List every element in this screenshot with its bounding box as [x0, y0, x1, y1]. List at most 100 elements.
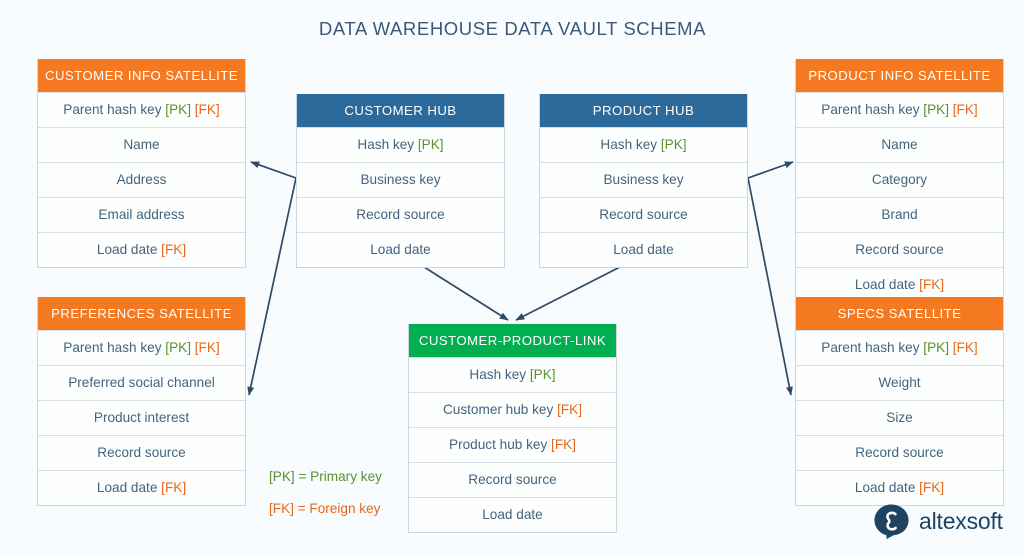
diagram-canvas: DATA WAREHOUSE DATA VAULT SCHEMA CUSTOME…	[0, 0, 1025, 555]
page-title: DATA WAREHOUSE DATA VAULT SCHEMA	[318, 18, 707, 39]
entity-row-label: Parent hash key	[821, 102, 920, 117]
entity-row: Parent hash key [PK] [FK]	[796, 92, 1003, 127]
entity-specs-satellite: SPECS SATELLITE Parent hash key [PK] [FK]…	[795, 297, 1004, 506]
entity-row-label: Size	[886, 410, 913, 425]
foreign-key-tag: [FK]	[915, 277, 945, 292]
entity-row: Address	[38, 162, 245, 197]
foreign-key-tag: [FK]	[915, 480, 945, 495]
entity-row-label: Product hub key	[449, 437, 548, 452]
primary-key-tag: [PK]	[414, 137, 444, 152]
entity-row: Record source	[540, 197, 747, 232]
foreign-key-tag: [FK]	[157, 242, 187, 257]
entity-header-product-info-satellite: PRODUCT INFO SATELLITE	[796, 59, 1003, 92]
entity-row-label: Customer hub key	[442, 402, 554, 417]
entity-header-specs-satellite: SPECS SATELLITE	[796, 297, 1003, 330]
entity-row: Hash key [PK]	[540, 127, 747, 162]
entity-product-info-satellite: PRODUCT INFO SATELLITE Parent hash key [P…	[795, 59, 1004, 303]
brand-logo: altexsoft	[873, 503, 1003, 540]
entity-row-label: Load date	[613, 242, 674, 257]
connector-product-hub-to-link	[515, 266, 621, 321]
entity-row: Parent hash key [PK] [FK]	[796, 330, 1003, 365]
entity-product-hub: PRODUCT HUB Hash key [PK] Business key Reco…	[539, 94, 748, 268]
brand-name: altexsoft	[919, 508, 1003, 534]
entity-row: Business key	[297, 162, 504, 197]
altexsoft-speech-bubble-icon	[874, 504, 909, 540]
legend-foreign-key: [FK] = Foreign key	[269, 501, 381, 516]
foreign-key-tag: [FK]	[949, 340, 978, 355]
entity-row-label: Hash key	[469, 367, 527, 382]
foreign-key-tag: [FK]	[191, 340, 220, 355]
entity-row-label: Category	[871, 172, 928, 187]
entity-row: Hash key [PK]	[409, 357, 616, 392]
connector-customer-hub-to-preferences-satellite	[247, 177, 297, 396]
entity-row-label: Load date	[96, 480, 158, 495]
entity-row-label: Weight	[878, 375, 921, 390]
entity-row-label: Load date	[370, 242, 431, 257]
entity-header-customer-info-satellite: CUSTOMER INFO SATELLITE	[38, 59, 245, 92]
entity-customer-info-satellite: CUSTOMER INFO SATELLITE Parent hash key […	[37, 59, 246, 268]
entity-row: Parent hash key [PK] [FK]	[38, 330, 245, 365]
legend-primary-key: [PK] = Primary key	[269, 469, 382, 484]
entity-row: Preferred social channel	[38, 365, 245, 400]
entity-customer-product-link: CUSTOMER-PRODUCT-LINK Hash key [PK] Custom…	[408, 324, 617, 533]
entity-row: Load date	[297, 232, 504, 267]
entity-row: Product interest	[38, 400, 245, 435]
entity-row: Hash key [PK]	[297, 127, 504, 162]
entity-row: Load date [FK]	[38, 470, 245, 505]
primary-key-tag: [PK]	[161, 102, 191, 117]
entity-header-customer-hub: CUSTOMER HUB	[297, 94, 504, 127]
entity-row: Load date [FK]	[38, 232, 245, 267]
entity-row-label: Business key	[360, 172, 441, 187]
entity-row: Record source	[297, 197, 504, 232]
primary-key-tag: [PK]	[919, 102, 949, 117]
entity-row-label: Parent hash key	[821, 340, 920, 355]
entity-row: Name	[38, 127, 245, 162]
entity-row-label: Hash key	[600, 137, 658, 152]
entity-row: Record source	[409, 462, 616, 497]
foreign-key-tag: [FK]	[157, 480, 187, 495]
entity-row: Name	[796, 127, 1003, 162]
entity-customer-hub: CUSTOMER HUB Hash key [PK] Business key Rec…	[296, 94, 505, 268]
entity-row-label: Record source	[97, 445, 186, 460]
entity-row: Product hub key [FK]	[409, 427, 616, 462]
entity-row-label: Load date	[854, 480, 916, 495]
connector-product-hub-to-product-info-satellite	[747, 161, 794, 179]
entity-row-label: Parent hash key	[63, 102, 162, 117]
entity-row-label: Load date	[854, 277, 916, 292]
entity-row-label: Business key	[603, 172, 684, 187]
entity-row-label: Load date	[96, 242, 158, 257]
entity-row: Load date	[409, 497, 616, 532]
primary-key-tag: [PK]	[161, 340, 191, 355]
entity-row: Customer hub key [FK]	[409, 392, 616, 427]
entity-preferences-satellite: PREFERENCES SATELLITE Parent hash key [PK…	[37, 297, 246, 506]
entity-row: Record source	[38, 435, 245, 470]
entity-row-label: Brand	[881, 207, 918, 222]
entity-row-label: Address	[116, 172, 167, 187]
entity-row: Load date	[540, 232, 747, 267]
entity-header-preferences-satellite: PREFERENCES SATELLITE	[38, 297, 245, 330]
primary-key-tag: [PK]	[657, 137, 687, 152]
entity-row-label: Preferred social channel	[68, 375, 215, 390]
entity-row-label: Email address	[98, 207, 185, 222]
connector-customer-hub-to-link	[423, 266, 509, 321]
entity-row-label: Name	[123, 137, 160, 152]
entity-row: Record source	[796, 435, 1003, 470]
entity-row: Category	[796, 162, 1003, 197]
connector-product-hub-to-specs-satellite	[747, 177, 793, 396]
entity-row: Brand	[796, 197, 1003, 232]
entity-row-label: Record source	[468, 472, 557, 487]
entity-row-label: Parent hash key	[63, 340, 162, 355]
entity-row: Size	[796, 400, 1003, 435]
entity-row-label: Record source	[855, 242, 944, 257]
foreign-key-tag: [FK]	[553, 402, 582, 417]
entity-header-product-hub: PRODUCT HUB	[540, 94, 747, 127]
entity-row: Email address	[38, 197, 245, 232]
entity-row-label: Load date	[482, 507, 543, 522]
entity-row: Business key	[540, 162, 747, 197]
entity-row-label: Hash key	[357, 137, 415, 152]
primary-key-tag: [PK]	[919, 340, 949, 355]
entity-row-label: Product interest	[93, 410, 190, 425]
foreign-key-tag: [FK]	[191, 102, 220, 117]
entity-row-label: Record source	[599, 207, 688, 222]
connector-customer-hub-to-customer-info-satellite	[250, 161, 297, 179]
